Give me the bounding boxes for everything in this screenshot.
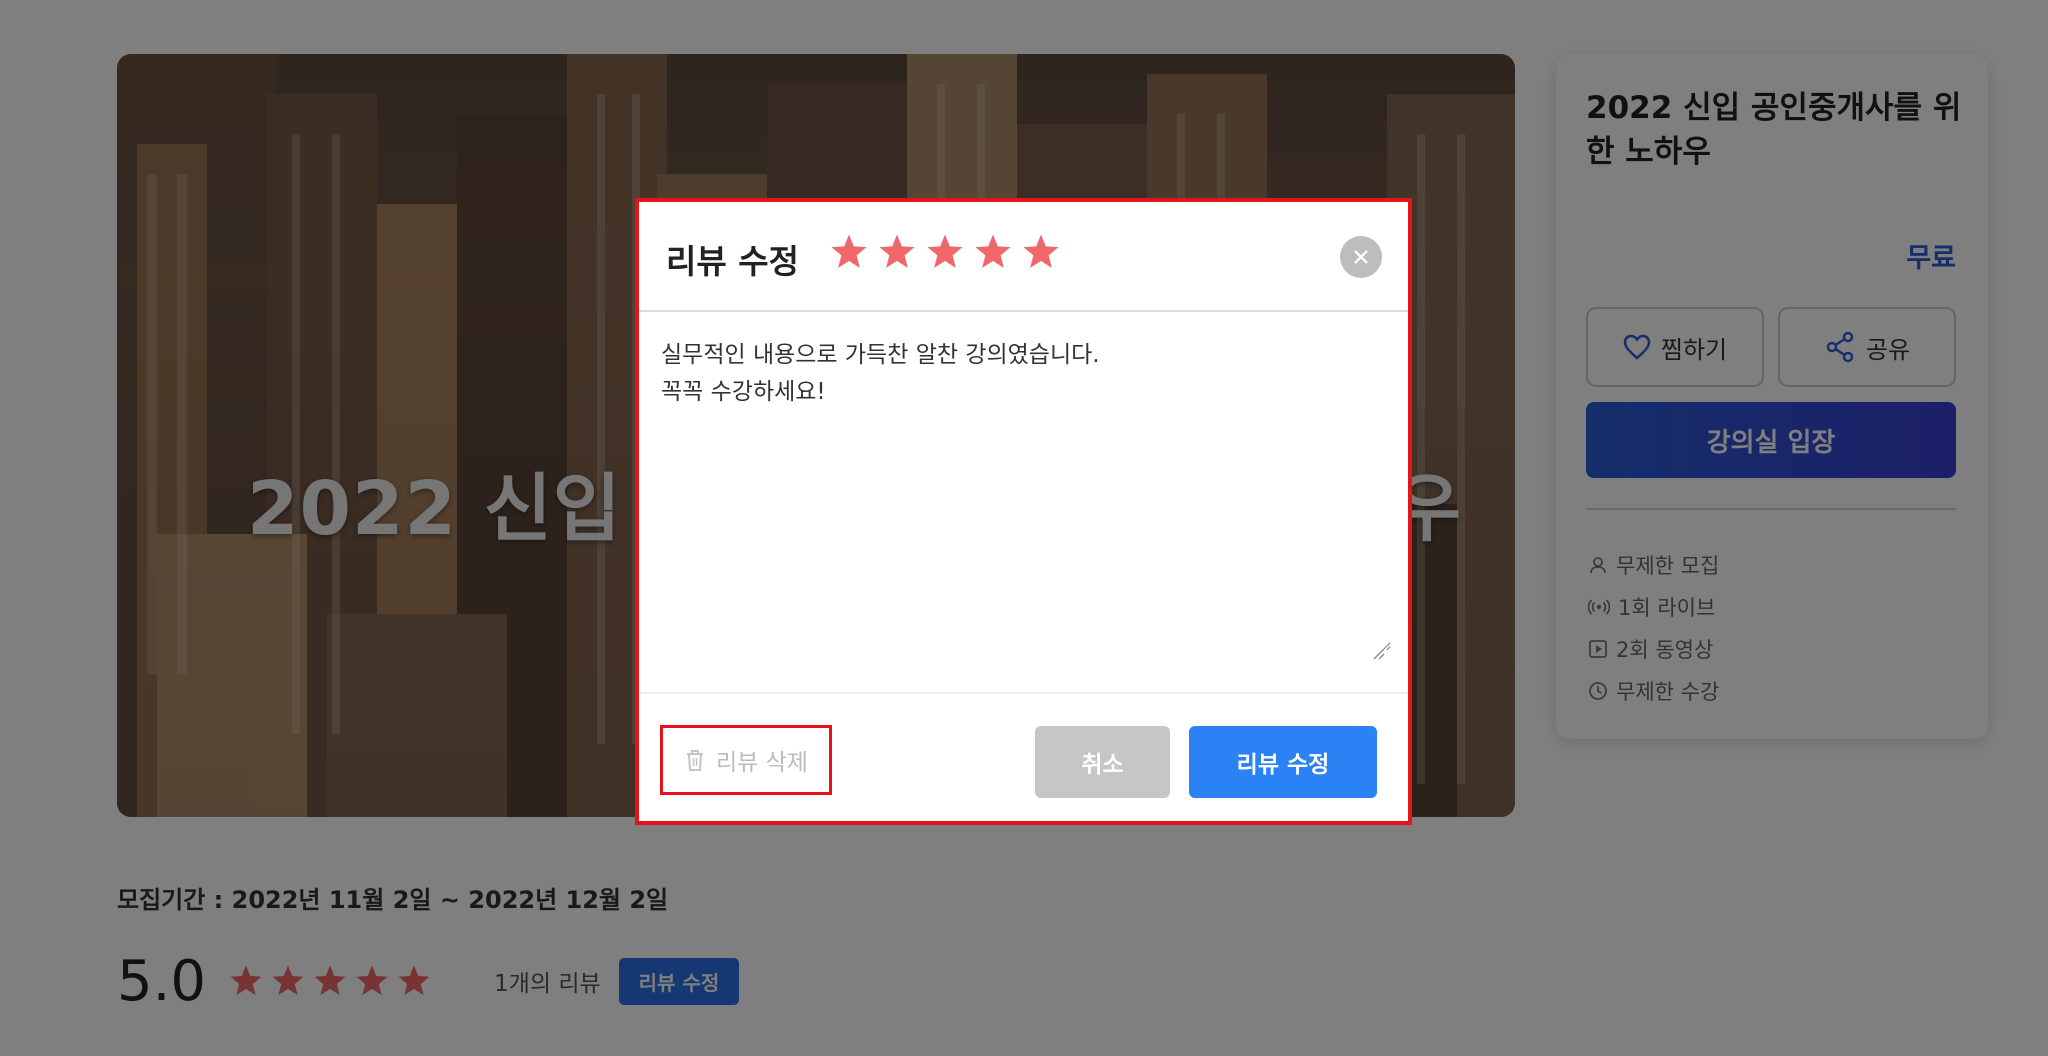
- cancel-button[interactable]: 취소: [1035, 726, 1170, 798]
- star-icon[interactable]: [829, 232, 869, 272]
- trash-icon: [687, 750, 704, 771]
- delete-review-label: 리뷰 삭제: [716, 750, 808, 776]
- star-icon[interactable]: [877, 232, 917, 272]
- modal-title: 리뷰 수정: [666, 242, 799, 281]
- review-textarea[interactable]: 실무적인 내용으로 가득찬 알찬 강의였습니다. 꼭꼭 수강하세요!: [661, 337, 1391, 651]
- resize-handle-icon[interactable]: [1371, 646, 1385, 660]
- close-icon: [1354, 250, 1368, 264]
- footer-divider: [639, 692, 1408, 694]
- submit-review-button[interactable]: 리뷰 수정: [1189, 726, 1377, 798]
- modal-header: 리뷰 수정: [639, 202, 1408, 312]
- star-icon[interactable]: [1021, 232, 1061, 272]
- edit-review-modal: 리뷰 수정 실무적인 내용으로 가득찬 알찬 강의였습니다. 꼭꼭 수강하세요!: [635, 198, 1412, 825]
- close-button[interactable]: [1340, 236, 1382, 278]
- rating-stars: [829, 232, 1061, 272]
- star-icon[interactable]: [973, 232, 1013, 272]
- delete-review-button[interactable]: 리뷰 삭제: [660, 725, 832, 795]
- star-icon[interactable]: [925, 232, 965, 272]
